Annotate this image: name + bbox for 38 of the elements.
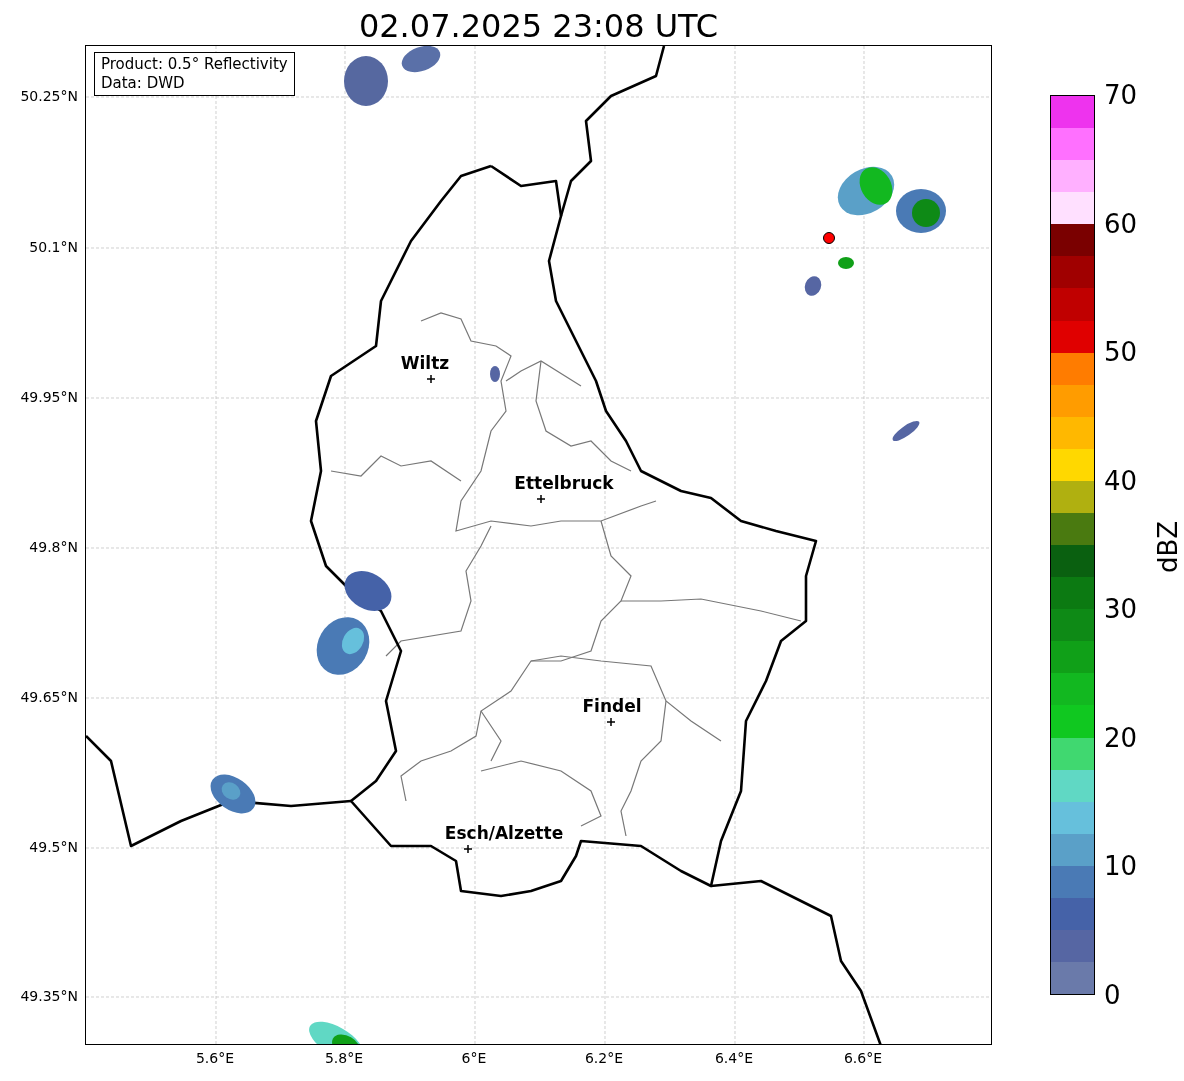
longitude-label: 6.4°E	[714, 1050, 754, 1066]
city-label: Ettelbruck	[514, 473, 614, 493]
longitude-label: 6.2°E	[584, 1050, 624, 1066]
longitude-label: 6.6°E	[843, 1050, 883, 1066]
latitude-label: 50.25°N	[20, 88, 78, 104]
radar-site-marker	[823, 232, 835, 244]
city-label: Esch/Alzette	[444, 823, 564, 843]
city-label: Findel	[582, 696, 642, 716]
colorbar-tick-label: 50	[1104, 338, 1138, 367]
latitude-label: 49.65°N	[20, 689, 78, 705]
colorbar-tick-label: 60	[1104, 209, 1138, 238]
colorbar-tick-label: 0	[1104, 981, 1121, 1009]
city-marker-icon	[427, 375, 435, 383]
info-text: Product: 0.5° Reflectivity	[101, 55, 288, 74]
colorbar-tick-label: 70	[1104, 81, 1138, 109]
colorbar-title: dBZ	[1153, 520, 1184, 574]
city-marker-icon	[464, 845, 472, 853]
radar-echo-drawing	[309, 1021, 363, 1044]
colorbar-tick-label: 40	[1104, 466, 1138, 495]
city-marker-icon	[537, 495, 545, 503]
colorbar-tick-label: 30	[1104, 595, 1138, 624]
info-text: Data: DWD	[101, 74, 186, 93]
radar-echo-drawing	[892, 420, 920, 442]
colorbar-tick-label: 20	[1104, 723, 1138, 752]
radar-echo-drawing	[210, 774, 256, 814]
longitude-label: 6°E	[461, 1050, 487, 1066]
city-label: Wiltz	[400, 353, 450, 373]
longitude-label: 5.8°E	[324, 1050, 364, 1066]
longitude-label: 5.6°E	[195, 1050, 235, 1066]
latitude-label: 49.35°N	[20, 988, 78, 1004]
latitude-label: 50.1°N	[29, 239, 78, 255]
radar-echo-drawing	[490, 366, 500, 382]
chart-title: 02.07.2025 23:08 UTC	[357, 6, 720, 47]
latitude-label: 49.95°N	[20, 389, 78, 405]
city-marker-icon	[607, 718, 615, 726]
colorbar-tick-label: 10	[1104, 852, 1138, 881]
latitude-label: 49.8°N	[29, 539, 78, 555]
latitude-label: 49.5°N	[29, 839, 78, 855]
